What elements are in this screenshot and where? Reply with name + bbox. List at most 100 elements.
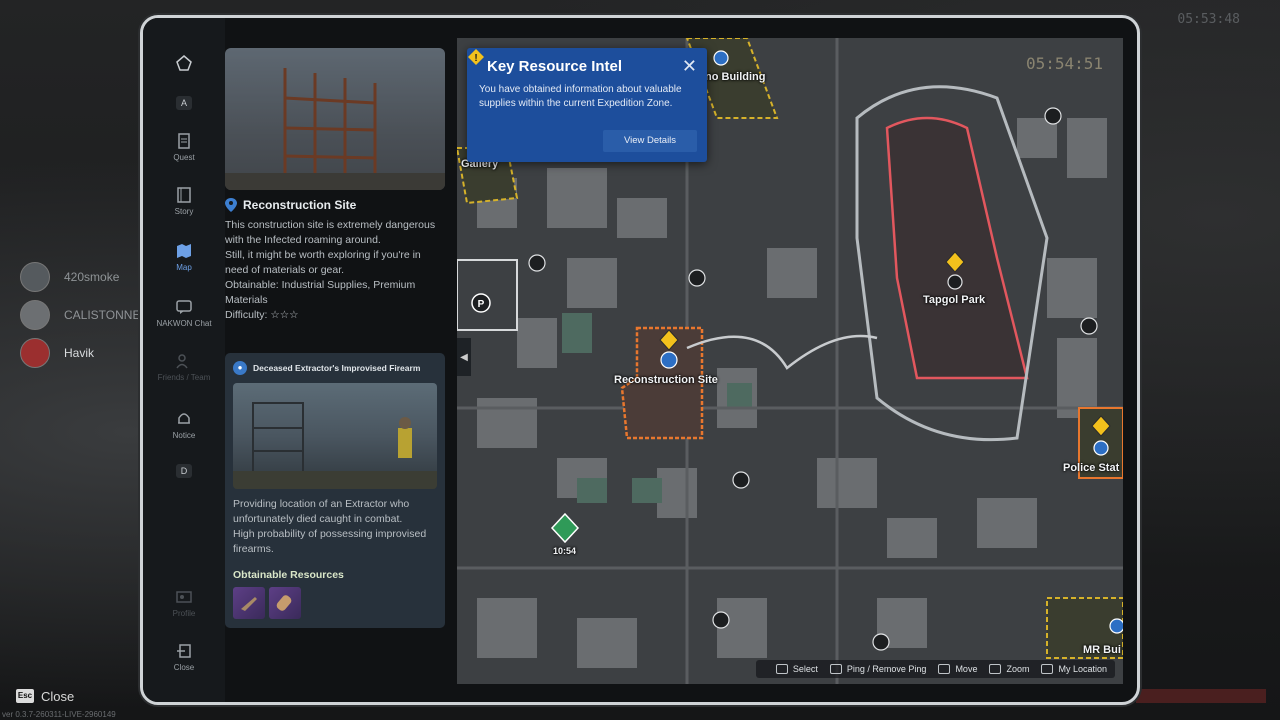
control-label: Zoom	[1006, 664, 1030, 674]
svg-text:P: P	[478, 299, 485, 310]
tablet-frame: A Quest Story Map NAKWON Chat Friends / …	[140, 15, 1140, 705]
key-d-icon: D	[176, 464, 192, 478]
esc-key-icon[interactable]: Esc	[16, 689, 34, 703]
location-title: Reconstruction Site	[225, 198, 455, 212]
popup-header: ! Key Resource Intel	[468, 49, 695, 75]
bell-icon	[178, 413, 190, 424]
popup-body: You have obtained information about valu…	[479, 83, 695, 111]
desc-line: This construction site is extremely dang…	[225, 219, 436, 231]
map-label-tapgol-park: Tapgol Park	[923, 294, 986, 306]
avatar	[20, 300, 50, 330]
tab-notice[interactable]: Notice	[143, 410, 225, 440]
popup-line: supplies within the current Expedition Z…	[479, 98, 673, 109]
people-icon	[176, 354, 188, 369]
map-icon	[177, 244, 191, 258]
key-resource-popup: ! Key Resource Intel ✕ You have obtained…	[467, 48, 707, 162]
intel-line: Providing location of an Extractor who	[233, 498, 410, 510]
extraction-timer: 10:54	[553, 546, 577, 556]
close-button[interactable]: Close	[41, 689, 74, 704]
control-move: Move	[938, 664, 977, 674]
mouse-icon	[829, 664, 842, 674]
svg-text:!: !	[474, 53, 477, 64]
scroll-icon	[989, 664, 1002, 674]
control-label: Select	[792, 664, 818, 674]
intel-line: High probability of possessing improvise…	[233, 528, 427, 540]
control-label: Move	[955, 664, 978, 674]
tab-story[interactable]: Story	[143, 186, 225, 216]
tab-label: Story	[174, 207, 194, 216]
tab-label: Quest	[173, 153, 195, 162]
control-ping: Ping / Remove Ping	[829, 664, 927, 674]
control-label: Ping / Remove Ping	[846, 664, 927, 674]
tab-quest[interactable]: Quest	[143, 132, 225, 162]
avatar	[20, 338, 50, 368]
mouse-icon	[775, 664, 788, 674]
intel-image	[233, 383, 437, 489]
view-details-button[interactable]: View Details	[603, 130, 697, 152]
health-bar	[1136, 689, 1266, 703]
tab-prev-key[interactable]: A	[143, 96, 225, 110]
location-info-panel: Reconstruction Site This construction si…	[225, 48, 455, 688]
map-label-mr-building: MR Bui	[1083, 644, 1121, 656]
intel-description: Providing location of an Extractor who u…	[233, 497, 437, 557]
warning-diamond-icon: !	[468, 49, 484, 65]
control-zoom: Zoom	[989, 664, 1029, 674]
desc-line: need of materials or gear.	[225, 264, 345, 276]
popup-line: You have obtained information about valu…	[479, 84, 682, 95]
version-text: ver 0.3.7-260311-LIVE-2960149	[2, 710, 116, 719]
tab-next-key[interactable]: D	[143, 464, 225, 478]
map-label-police-station: Police Stat	[1063, 462, 1120, 474]
obtainable-text: Materials	[225, 294, 268, 306]
tab-friends[interactable]: Friends / Team	[143, 352, 225, 382]
location-pin-icon	[225, 198, 237, 212]
firearm-icon[interactable]	[233, 587, 265, 619]
collapse-panel-button[interactable]: ◀	[457, 338, 471, 376]
profile-icon	[176, 591, 192, 603]
desc-line: Still, it might be worth exploring if yo…	[225, 249, 421, 261]
ammo-icon[interactable]	[269, 587, 301, 619]
map-controls-legend: Select Ping / Remove Ping Move Zoom My L…	[755, 660, 1115, 678]
resources-title: Obtainable Resources	[233, 569, 344, 581]
obtainable-text: Obtainable: Industrial Supplies, Premium	[225, 279, 416, 291]
tab-chat[interactable]: NAKWON Chat	[143, 298, 225, 328]
location-title-text: Reconstruction Site	[243, 198, 357, 212]
control-my-location: My Location	[1041, 664, 1107, 674]
home-icon[interactable]	[143, 54, 225, 75]
exit-icon	[177, 644, 191, 658]
tab-map[interactable]: Map	[143, 242, 225, 272]
player-name: Havik	[64, 346, 95, 360]
control-label: My Location	[1058, 664, 1107, 674]
tab-label: Map	[176, 263, 192, 272]
map-label-reconstruction-site: Reconstruction Site	[614, 374, 718, 386]
nav-rail: A Quest Story Map NAKWON Chat Friends / …	[143, 18, 225, 702]
person-icon: ●	[233, 361, 247, 375]
control-select: Select	[775, 664, 818, 674]
player-item[interactable]: CALISTONNER	[20, 296, 149, 334]
chat-icon	[176, 300, 192, 314]
player-item[interactable]: Havik	[20, 334, 149, 372]
intel-card-title: Deceased Extractor's Improvised Firearm	[253, 363, 421, 373]
intel-card-header: ● Deceased Extractor's Improvised Firear…	[233, 361, 437, 375]
quest-icon	[178, 133, 190, 149]
intel-line: unfortunately died caught in combat.	[233, 513, 403, 525]
map-view[interactable]: P ◀ no Building Gallery Tapgol Park Reco…	[457, 38, 1123, 684]
intel-card[interactable]: ● Deceased Extractor's Improvised Firear…	[225, 353, 445, 628]
location-description: This construction site is extremely dang…	[225, 218, 445, 323]
tab-label: Friends / Team	[157, 373, 211, 382]
map-label-building: no Building	[705, 71, 766, 83]
intel-line: firearms.	[233, 543, 274, 555]
desc-line: with the Infected roaming around.	[225, 234, 381, 246]
player-list: 420smoke CALISTONNER Havik	[20, 258, 149, 372]
player-item[interactable]: 420smoke	[20, 258, 149, 296]
close-icon[interactable]: ✕	[682, 56, 697, 77]
match-timer: 05:54:51	[1025, 54, 1103, 73]
book-icon	[177, 187, 191, 203]
tab-label: Notice	[172, 431, 196, 440]
avatar	[20, 262, 50, 292]
tab-close[interactable]: Close	[143, 642, 225, 672]
resources-list	[233, 587, 437, 619]
tab-label: NAKWON Chat	[156, 319, 212, 328]
tab-profile[interactable]: Profile	[143, 588, 225, 618]
system-clock: 05:53:48	[1177, 12, 1240, 27]
spacebar-icon	[1041, 664, 1054, 674]
